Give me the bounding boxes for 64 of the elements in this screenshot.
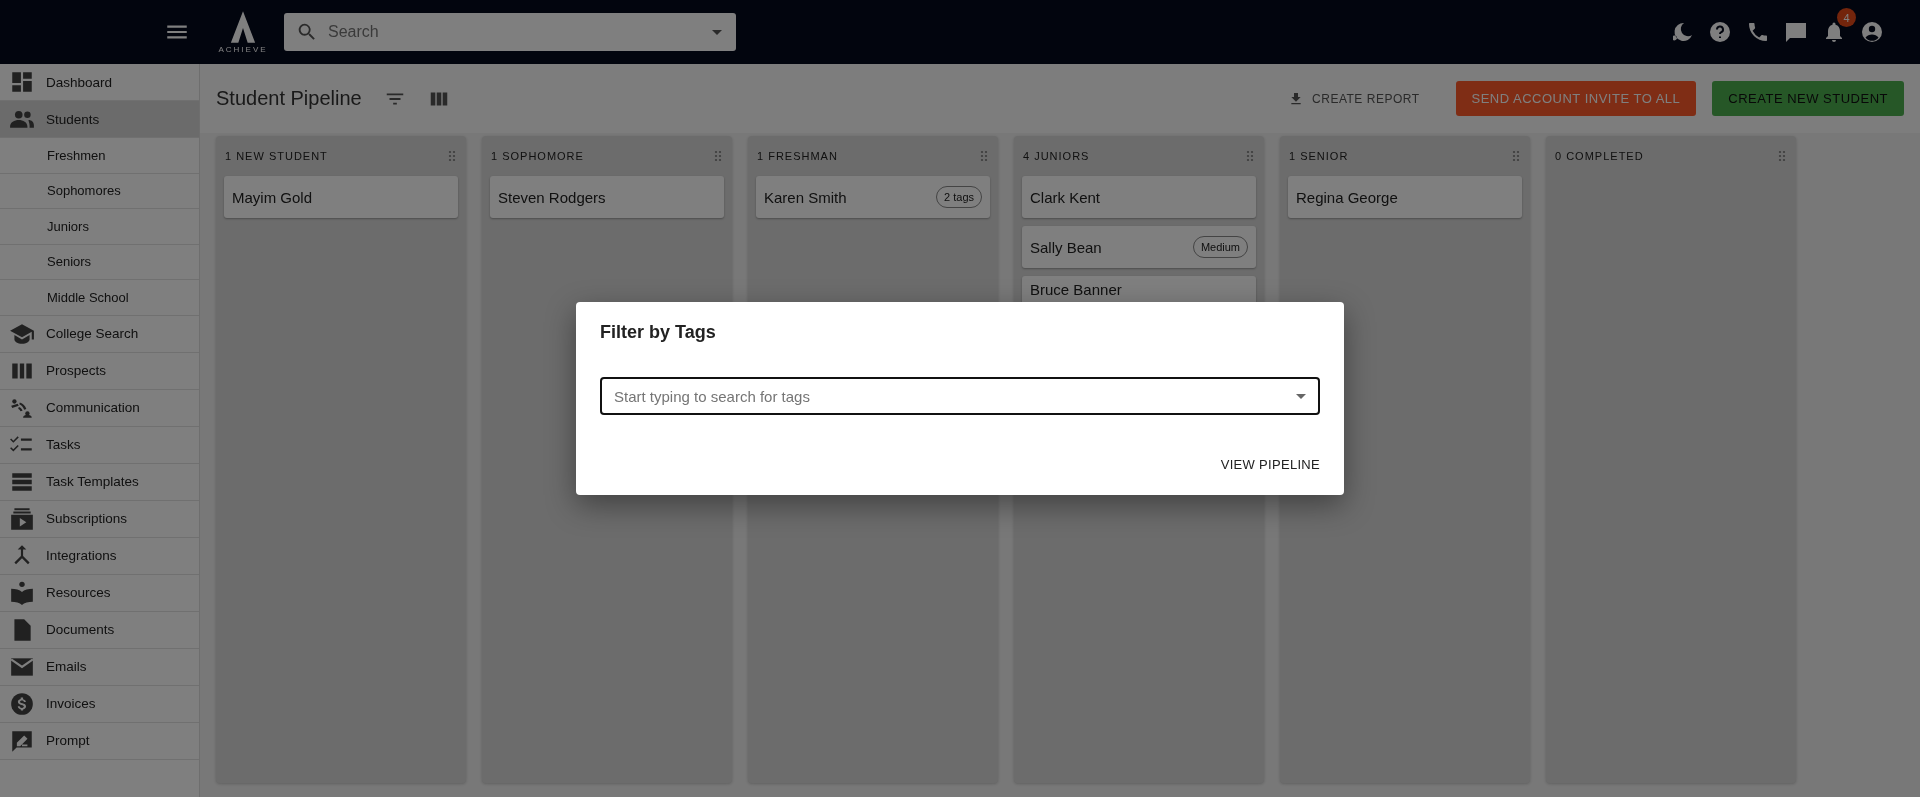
notification-badge: 4 [1837, 8, 1856, 27]
student-name: Mayim Gold [232, 188, 313, 206]
create-report-button[interactable]: CREATE REPORT [1272, 81, 1436, 116]
student-name: Sally Bean [1030, 238, 1102, 256]
tag-search-field[interactable]: Start typing to search for tags [600, 377, 1320, 415]
logo-text: ACHIEVE [218, 44, 268, 54]
drag-handle-icon[interactable] [1778, 150, 1786, 162]
student-card[interactable]: Clark Kent [1022, 176, 1256, 218]
nav-icon [9, 69, 35, 95]
nav-icon [9, 579, 35, 606]
nav-item[interactable]: Documents [0, 611, 199, 649]
column-title: 1 SENIOR [1289, 150, 1349, 162]
column-title: 1 SOPHOMORE [491, 150, 584, 162]
student-name: Karen Smith [764, 188, 847, 206]
dialog-title: Filter by Tags [600, 322, 717, 343]
nav-item[interactable]: Prompt [0, 722, 199, 760]
drag-handle-icon[interactable] [448, 150, 456, 162]
nav-subitem[interactable]: Freshmen [0, 138, 199, 174]
drag-handle-icon[interactable] [714, 150, 722, 162]
drag-handle-icon[interactable] [1246, 150, 1254, 162]
column-title: 1 FRESHMAN [757, 150, 838, 162]
column-title: 1 NEW STUDENT [225, 150, 328, 162]
dropdown-icon [1296, 394, 1306, 399]
student-name: Bruce Banner [1030, 281, 1122, 298]
student-card[interactable]: Steven Rodgers [490, 176, 724, 218]
student-card[interactable]: Regina George [1288, 176, 1522, 218]
student-name: Steven Rodgers [498, 188, 606, 206]
search-field[interactable]: Search [284, 13, 736, 51]
nav-item[interactable]: Invoices [0, 685, 199, 723]
chat-icon[interactable] [1784, 20, 1808, 44]
nav-item[interactable]: Emails [0, 648, 199, 686]
help-icon[interactable] [1708, 20, 1732, 44]
student-card[interactable]: Sally Bean Medium [1022, 226, 1256, 268]
nav-item[interactable]: Subscriptions [0, 500, 199, 538]
student-card[interactable]: Mayim Gold [224, 176, 458, 218]
drag-handle-icon[interactable] [980, 150, 988, 162]
nav-item[interactable]: Resources [0, 574, 199, 612]
nav-icon [9, 505, 35, 532]
nav-item[interactable]: Students [0, 101, 199, 138]
nav-item[interactable]: Task Templates [0, 463, 199, 501]
dropdown-icon [712, 30, 722, 35]
drag-handle-icon[interactable] [1512, 150, 1520, 162]
student-name: Regina George [1296, 188, 1398, 206]
search-icon [296, 21, 318, 43]
moon-icon[interactable] [1670, 20, 1694, 44]
nav-item[interactable]: Tasks [0, 426, 199, 464]
view-pipeline-button[interactable]: VIEW PIPELINE [1212, 451, 1328, 478]
account-icon[interactable] [1860, 20, 1884, 44]
phone-icon[interactable] [1746, 20, 1770, 44]
nav-subitem[interactable]: Juniors [0, 209, 199, 245]
logo-icon [229, 10, 257, 43]
nav-subitem[interactable]: Middle School [0, 280, 199, 316]
column-title: 4 JUNIORS [1023, 150, 1090, 162]
nav-item[interactable]: Prospects [0, 352, 199, 390]
student-card[interactable]: Karen Smith 2 tags [756, 176, 990, 218]
nav-item[interactable]: Communication [0, 389, 199, 427]
student-name: Clark Kent [1030, 188, 1101, 206]
nav-icon [9, 690, 35, 717]
nav-item[interactable]: Integrations [0, 537, 199, 575]
nav-subitem[interactable]: Sophomores [0, 173, 199, 209]
nav-item[interactable]: College Search [0, 315, 199, 353]
page-title: Student Pipeline [216, 87, 362, 110]
column-title: 0 COMPLETED [1555, 150, 1644, 162]
nav-subitem[interactable]: Seniors [0, 244, 199, 280]
